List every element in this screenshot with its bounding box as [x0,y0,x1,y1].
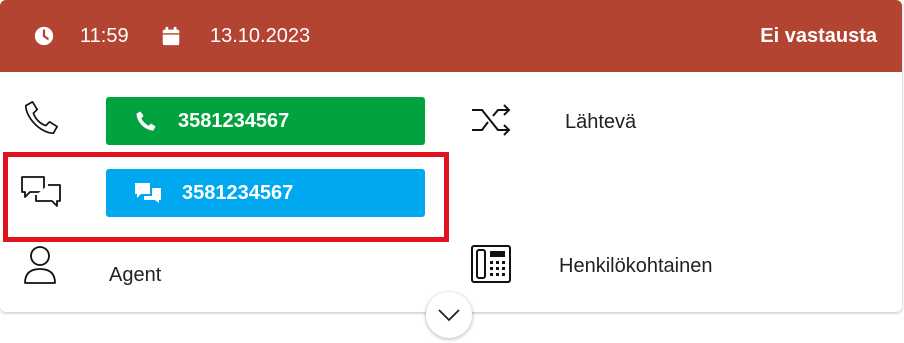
shuffle-icon [472,104,511,136]
desk-phone-icon [471,245,511,283]
phone-call-button[interactable]: 3581234567 [106,97,425,145]
call-time: 11:59 [80,25,129,47]
direction-label: Lähtevä [565,111,637,133]
call-detail-card: 11:59 13.10.2023 Ei vastausta 3581234567… [0,0,902,312]
phone-number: 3581234567 [178,109,290,132]
line-label: Henkilökohtainen [559,255,713,277]
call-date: 13.10.2023 [210,25,311,47]
call-header: 11:59 13.10.2023 Ei vastausta [0,0,902,72]
agent-label: Agent [109,264,162,286]
chat-number: 3581234567 [182,181,294,204]
chat-bubbles-icon [21,176,61,207]
chat-bubbles-icon [135,183,161,203]
clock-icon [34,26,54,46]
phone-icon [136,111,156,131]
phone-icon [24,100,59,135]
calendar-icon [162,26,180,46]
user-icon [24,246,56,284]
expand-button[interactable] [426,292,472,338]
chat-button[interactable]: 3581234567 [106,169,425,217]
call-status: Ei vastausta [760,25,877,47]
chevron-down-icon [438,309,460,322]
